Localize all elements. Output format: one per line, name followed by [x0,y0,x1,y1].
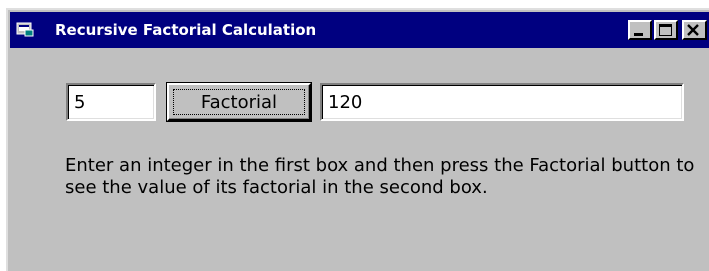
title-bar[interactable]: Recursive Factorial Calculation [10,12,709,48]
minimize-icon [634,33,643,36]
app-window: Recursive Factorial Calculation Factoria… [6,8,709,271]
close-button[interactable] [682,20,707,40]
factorial-button-label: Factorial [173,89,305,115]
result-output[interactable] [320,83,684,121]
maximize-icon [659,24,672,36]
maximize-button[interactable] [654,20,678,40]
close-icon [687,24,699,36]
app-icon[interactable] [16,21,34,37]
window-title: Recursive Factorial Calculation [55,21,317,39]
instructions-text: Enter an integer in the first box and th… [65,155,695,198]
minimize-button[interactable] [628,20,652,40]
factorial-button[interactable]: Factorial [167,83,311,121]
integer-input[interactable] [66,83,156,121]
